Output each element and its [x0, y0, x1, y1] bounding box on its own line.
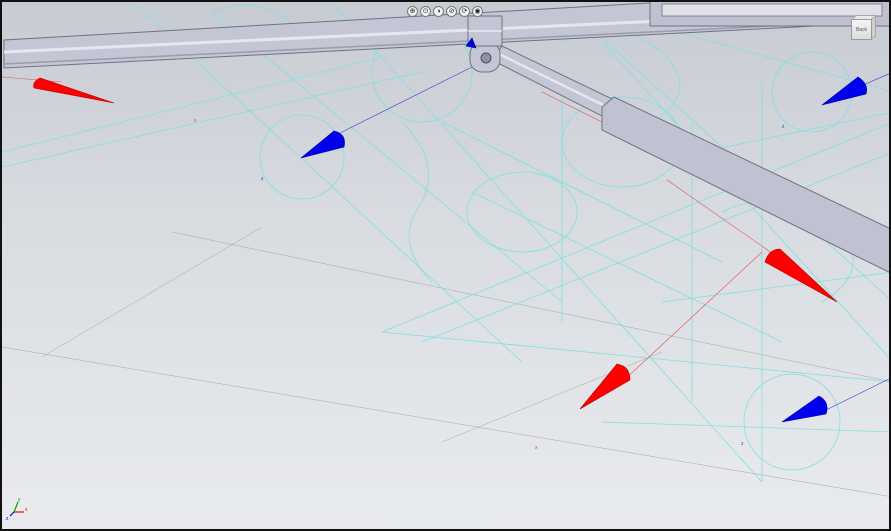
- rotate-view-icon: ⟳: [461, 8, 468, 15]
- scene-label-x2: x: [535, 445, 538, 451]
- scene-label-z3: z: [741, 441, 744, 447]
- scene-label-z1: z: [261, 176, 264, 182]
- force-arrow-2: [764, 248, 838, 303]
- triad-x-label: x: [25, 507, 28, 513]
- moment-arrow-3: [781, 395, 828, 423]
- view-toolbar: ⊕ ⊙ ◑ ⊘ ⟳ ◉: [407, 5, 483, 18]
- eye-icon: ◉: [474, 8, 481, 15]
- rotate-view-button[interactable]: ⟳: [459, 6, 470, 17]
- model-scene[interactable]: z z z x x x y z: [2, 2, 891, 531]
- zoom-fit-icon: ⊕: [409, 8, 416, 15]
- ground-grid: [2, 226, 889, 497]
- view-cube-face[interactable]: Back: [851, 19, 872, 40]
- section-view-button[interactable]: ⊘: [446, 6, 457, 17]
- diagonal-strut: [491, 45, 889, 273]
- wireframe-geometry: [2, 2, 889, 483]
- triad-y-label: y: [18, 497, 21, 503]
- display-style-icon: ◑: [436, 8, 441, 15]
- display-style-button[interactable]: ◑: [433, 6, 444, 17]
- reference-lines: [2, 61, 889, 413]
- force-arrow-3: [579, 363, 631, 410]
- graphics-viewport[interactable]: z z z x x x y z ⊕ ⊙ ◑ ⊘ ⟳ ◉ Back: [0, 0, 891, 531]
- coordinate-triad: x y z: [6, 497, 28, 522]
- view-cube[interactable]: Back: [851, 15, 877, 43]
- zoom-fit-button[interactable]: ⊕: [407, 6, 418, 17]
- zoom-button[interactable]: ⊙: [420, 6, 431, 17]
- zoom-icon: ⊙: [422, 8, 429, 15]
- scene-label-z2: z: [782, 124, 785, 130]
- moment-arrow-2: [821, 76, 867, 106]
- section-view-icon: ⊘: [448, 8, 455, 15]
- view-cube-label: Back: [855, 26, 868, 33]
- visibility-button[interactable]: ◉: [472, 6, 483, 17]
- triad-z-label: z: [6, 516, 9, 522]
- moment-arrow-1: [300, 130, 345, 159]
- force-arrow-1: [33, 77, 115, 104]
- force-arrows[interactable]: [33, 77, 838, 410]
